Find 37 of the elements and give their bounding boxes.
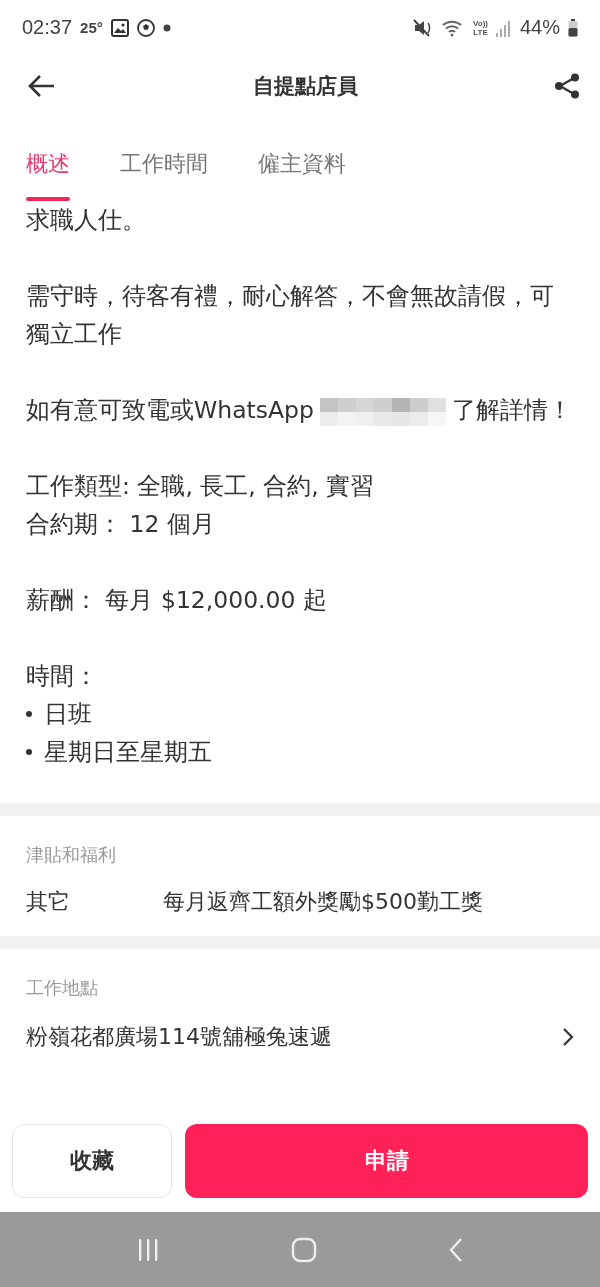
benefit-value: 每月返齊工額外獎勵$500勤工獎 [163,888,483,916]
battery-percent: 44% [519,16,560,39]
description-text: 薪酬： 每月 $12,000.00 起 [26,585,328,616]
picture-icon [110,18,129,37]
dot-icon [162,23,171,32]
section-label: 工作地點 [26,976,99,1000]
description-text: 日班 [44,699,92,730]
home-icon[interactable] [291,1236,317,1263]
description-text: 星期日至星期五 [44,737,212,768]
save-button[interactable]: 收藏 [12,1124,172,1198]
bullet-icon [26,711,32,717]
apply-button[interactable]: 申請 [185,1124,588,1198]
section-label: 津貼和福利 [26,843,117,867]
tab[interactable]: 工作時間 [120,149,208,201]
volte-indicator: Vo)) LTE [473,18,488,37]
mute-icon [413,18,433,37]
signal-icon [495,18,512,37]
description-text: 工作類型: 全職, 長工, 合約, 實習 [26,471,376,502]
battery-icon [568,18,578,37]
page-title: 自提點店員 [252,73,358,100]
benefit-name: 其它 [26,888,71,916]
bullet-icon [26,749,32,755]
description-text: 合約期： 12 個月 [26,509,216,540]
address-row[interactable]: 粉嶺花都廣場114號舖極兔速遞 [26,1001,574,1073]
description-text: 求職人仕。 [26,205,147,236]
temperature: 25° [80,19,103,36]
back-button[interactable] [28,74,56,98]
back-nav-icon[interactable] [448,1236,465,1263]
chevron-right-icon [562,1027,574,1047]
ball-icon [136,18,155,37]
status-time: 02:37 [22,16,73,39]
description-text: 需守時，待客有禮，耐心解答，不會無故請假，可獨立工作 [26,281,555,350]
share-button[interactable] [554,73,580,99]
description-text: 如有意可致電或WhatsApp 了解詳情！ [26,391,574,429]
tab[interactable]: 概述 [26,149,70,201]
tab[interactable]: 僱主資料 [258,149,346,201]
description-text: 時間： [26,661,99,692]
